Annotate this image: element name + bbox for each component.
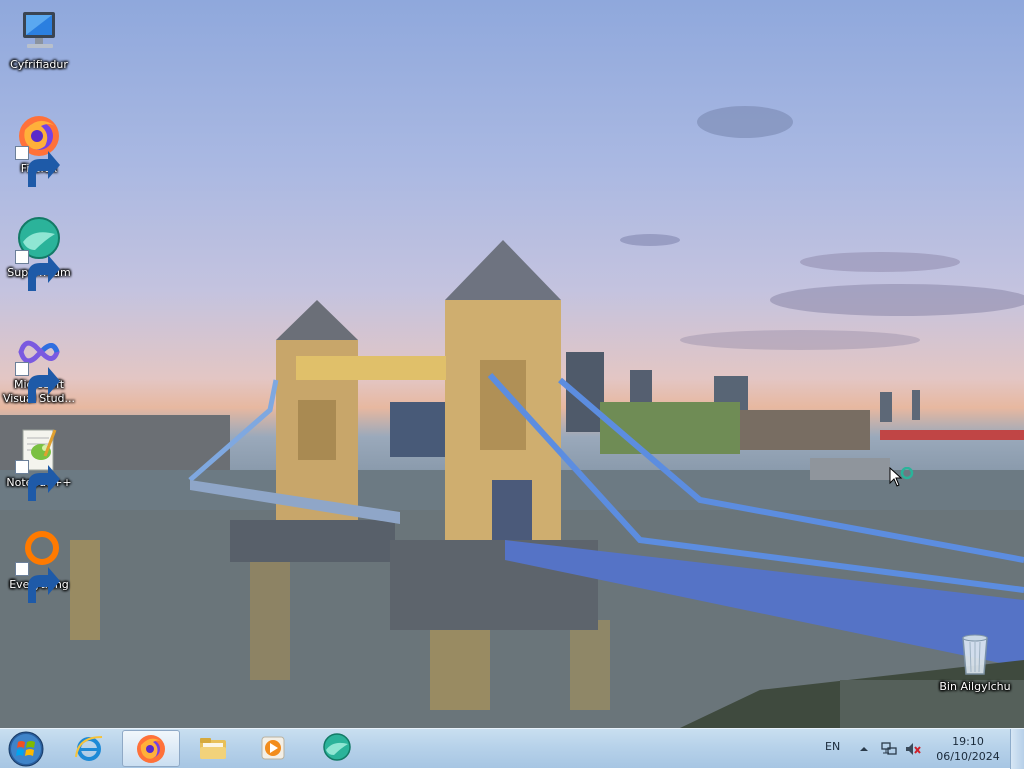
shortcut-arrow-icon [15,146,60,187]
desktop-icon-recycle-bin[interactable]: Bin Ailgylchu [937,630,1013,694]
firefox-icon [15,112,63,187]
desktop-icon-firefox[interactable]: Firefox [1,112,77,187]
desktop-icon-notepad-plus-plus[interactable]: Notepad++ [1,426,77,501]
supermium-icon [323,733,351,761]
notepad-plus-plus-icon [15,426,63,501]
mouse-cursor-icon [889,467,914,487]
volume-muted-icon[interactable] [904,741,922,757]
taskbar: EN 19:10 06/10/2024 [0,728,1024,769]
desktop-wallpaper [0,0,1024,728]
desktop-icon-visual-studio[interactable]: Microsoft Visual Stud... [1,328,77,406]
network-icon[interactable] [880,741,898,757]
shortcut-arrow-icon [15,362,60,403]
file-explorer-icon [200,738,226,759]
shortcut-arrow-icon [15,250,60,291]
supermium-icon [15,216,63,291]
taskbar-media-player[interactable] [244,730,302,767]
desktop-icon-label: Cyfrifiadur [10,58,68,71]
taskbar-internet-explorer[interactable] [60,730,118,767]
windows-start-orb-icon [8,731,44,767]
taskbar-supermium[interactable] [308,730,366,767]
show-desktop-button[interactable] [1010,729,1024,769]
internet-explorer-icon [75,736,103,761]
desktop-icon-label: Bin Ailgylchu [939,680,1011,693]
desktop-icon-everything[interactable]: Everything [1,528,77,603]
show-hidden-icons-icon[interactable] [858,743,870,755]
clock-date: 06/10/2024 [936,750,1000,763]
shortcut-arrow-icon [15,562,60,603]
shortcut-arrow-icon [15,460,60,501]
taskbar-file-explorer[interactable] [184,730,242,767]
taskbar-firefox[interactable] [122,730,180,767]
desktop-icon-supermium[interactable]: Supermium [1,216,77,291]
visual-studio-icon [15,328,63,403]
firefox-icon [137,735,165,763]
system-clock[interactable]: 19:10 06/10/2024 [932,734,1004,764]
clock-time: 19:10 [952,735,984,748]
desktop-icon-computer[interactable]: Cyfrifiadur [1,8,77,72]
computer-icon [15,8,63,56]
start-button[interactable] [4,730,48,768]
recycle-bin-icon [951,630,999,678]
everything-search-icon [15,528,63,603]
language-indicator[interactable]: EN [825,740,840,753]
media-player-icon [261,736,285,760]
